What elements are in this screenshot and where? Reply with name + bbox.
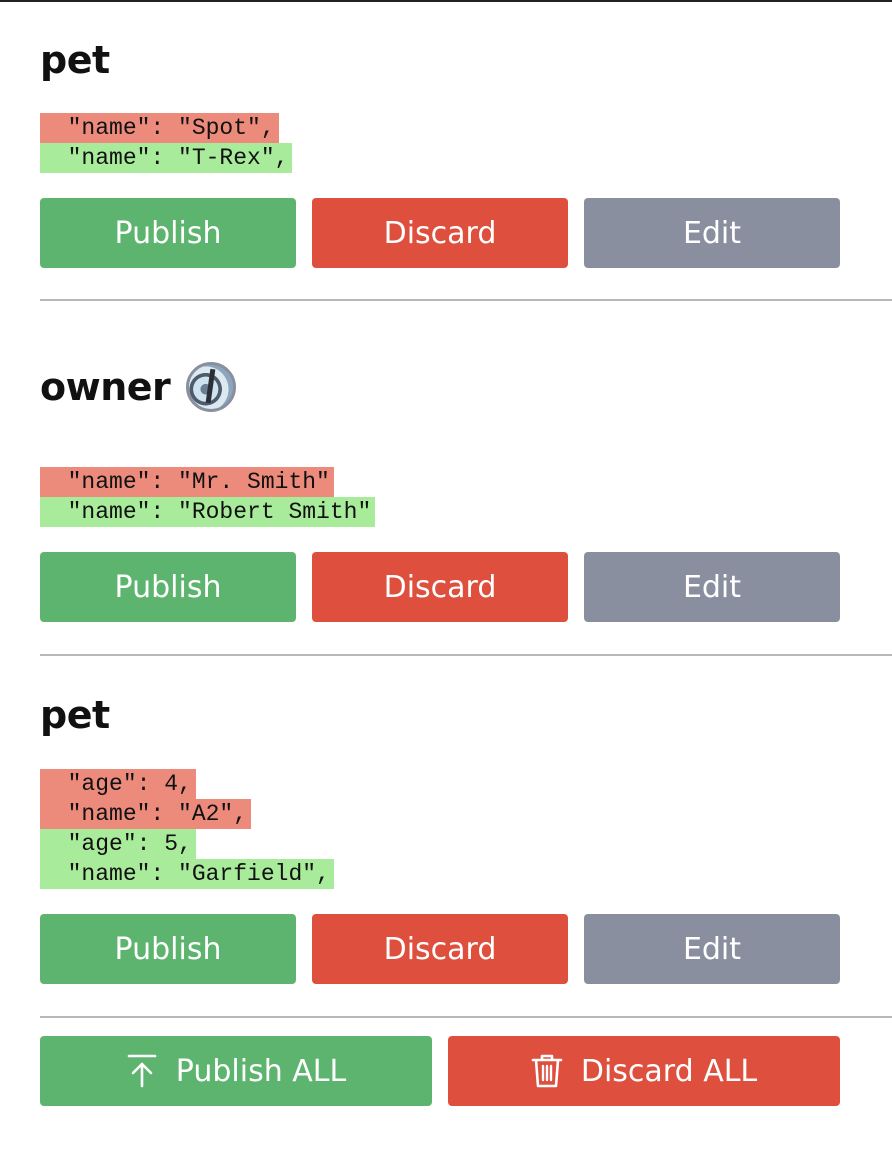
discard-button[interactable]: Discard (312, 198, 568, 268)
publish-button[interactable]: Publish (40, 914, 296, 984)
top-border (0, 0, 892, 2)
change-section-owner: owner (40, 362, 892, 412)
avatar (186, 362, 237, 412)
action-row: Publish Discard Edit (40, 552, 840, 622)
section-title: owner (40, 365, 171, 409)
discard-button[interactable]: Discard (312, 914, 568, 984)
edit-button[interactable]: Edit (584, 552, 840, 622)
edit-button[interactable]: Edit (584, 198, 840, 268)
diff-block: "name": "Mr. Smith" "name": "Robert Smit… (40, 467, 892, 527)
section-title-row: owner (40, 362, 892, 412)
diff-removed-line: "age": 4, (40, 769, 196, 799)
discard-all-button[interactable]: Discard ALL (448, 1036, 840, 1106)
diff-removed-line: "name": "Spot", (40, 113, 279, 143)
action-row: Publish Discard Edit (40, 914, 840, 984)
diff-removed-line: "name": "A2", (40, 799, 252, 829)
publish-button[interactable]: Publish (40, 198, 296, 268)
diff-added-line: "name": "Garfield", (40, 859, 334, 889)
divider (40, 299, 892, 301)
edit-button[interactable]: Edit (584, 914, 840, 984)
change-section-pet-1: pet (40, 38, 892, 82)
divider (40, 654, 892, 656)
discard-button[interactable]: Discard (312, 552, 568, 622)
publish-all-label: Publish ALL (175, 1053, 347, 1089)
divider (40, 1016, 892, 1018)
section-title: pet (40, 38, 110, 82)
diff-block: "name": "Spot", "name": "T-Rex", (40, 113, 892, 173)
bulk-action-row: Publish ALL Discard ALL (40, 1036, 840, 1106)
publish-all-button[interactable]: Publish ALL (40, 1036, 432, 1106)
section-title: pet (40, 693, 110, 737)
change-section-pet-2: pet (40, 693, 892, 737)
diff-added-line: "name": "Robert Smith" (40, 497, 376, 527)
diff-removed-line: "name": "Mr. Smith" (40, 467, 334, 497)
publish-button[interactable]: Publish (40, 552, 296, 622)
trash-icon (531, 1053, 563, 1089)
diff-added-line: "age": 5, (40, 829, 196, 859)
diff-block: "age": 4, "name": "A2", "age": 5, "name"… (40, 769, 892, 889)
discard-all-label: Discard ALL (580, 1053, 758, 1089)
upload-arrow-icon (126, 1053, 158, 1089)
diff-added-line: "name": "T-Rex", (40, 143, 293, 173)
action-row: Publish Discard Edit (40, 198, 840, 268)
